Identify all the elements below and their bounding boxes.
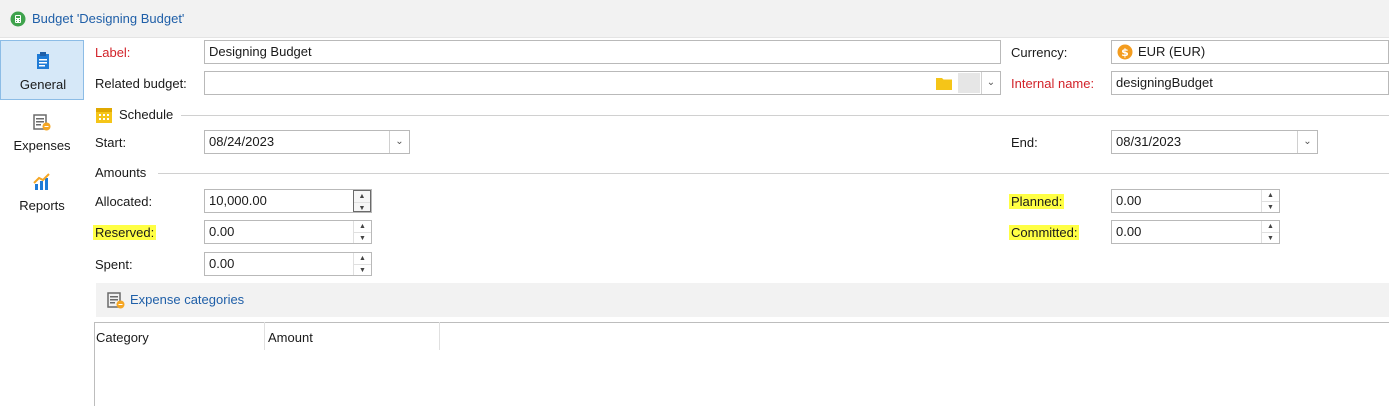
internal-name-label: Internal name: bbox=[1011, 76, 1095, 91]
allocated-label: Allocated: bbox=[95, 194, 153, 209]
committed-label: Committed: bbox=[1009, 225, 1080, 240]
clipboard-icon bbox=[37, 52, 49, 69]
chevron-down-icon[interactable]: ⌄ bbox=[981, 72, 1000, 94]
reserved-input[interactable]: 0.00 ▲ ▼ bbox=[204, 220, 372, 244]
label-input[interactable]: Designing Budget bbox=[204, 40, 1001, 64]
up-arrow-icon[interactable]: ▲ bbox=[354, 191, 370, 202]
spent-label: Spent: bbox=[95, 257, 133, 272]
spent-value: 0.00 bbox=[209, 256, 235, 271]
allocated-value: 10,000.00 bbox=[209, 193, 267, 208]
down-arrow-icon[interactable]: ▼ bbox=[1262, 232, 1279, 243]
spent-stepper[interactable]: ▲ ▼ bbox=[353, 253, 371, 275]
chevron-down-icon[interactable]: ⌄ bbox=[1297, 131, 1317, 153]
allocated-input[interactable]: 10,000.00 ▲ ▼ bbox=[204, 189, 372, 213]
start-date-picker[interactable]: 08/24/2023 ⌄ bbox=[204, 130, 410, 154]
end-date-value: 08/31/2023 bbox=[1116, 134, 1182, 149]
section-divider bbox=[158, 173, 1389, 174]
sidebar-item-label: General bbox=[19, 77, 67, 92]
planned-value: 0.00 bbox=[1116, 193, 1142, 208]
allocated-stepper[interactable]: ▲ ▼ bbox=[353, 190, 371, 212]
reserved-stepper[interactable]: ▲ ▼ bbox=[353, 221, 371, 243]
planned-label: Planned: bbox=[1009, 194, 1065, 209]
budget-icon bbox=[10, 11, 26, 27]
folder-icon[interactable] bbox=[936, 76, 952, 90]
expenses-icon bbox=[107, 292, 125, 309]
currency-value: EUR (EUR) bbox=[1138, 44, 1206, 59]
schedule-section-title: Schedule bbox=[119, 107, 174, 122]
sidebar-item-reports[interactable]: Reports bbox=[0, 162, 84, 222]
column-divider[interactable] bbox=[439, 322, 440, 350]
sidebar-item-expenses[interactable]: Expenses bbox=[0, 102, 84, 162]
sidebar-item-label: Reports bbox=[19, 198, 65, 213]
up-arrow-icon[interactable]: ▲ bbox=[1262, 190, 1279, 201]
section-divider bbox=[181, 115, 1389, 116]
sidebar-item-label: Expenses bbox=[13, 138, 71, 153]
up-arrow-icon[interactable]: ▲ bbox=[354, 221, 371, 232]
expense-categories-toolbar bbox=[96, 283, 1389, 317]
reserved-label: Reserved: bbox=[93, 225, 157, 240]
up-arrow-icon[interactable]: ▲ bbox=[1262, 221, 1279, 232]
window-title: Budget 'Designing Budget' bbox=[32, 11, 185, 26]
related-budget-label: Related budget: bbox=[95, 76, 187, 91]
up-arrow-icon[interactable]: ▲ bbox=[354, 253, 371, 264]
committed-stepper[interactable]: ▲ ▼ bbox=[1261, 221, 1279, 243]
sidebar: General Expenses Reports bbox=[0, 38, 84, 406]
amounts-section-title: Amounts bbox=[95, 165, 147, 180]
chevron-down-icon[interactable]: ⌄ bbox=[389, 131, 409, 153]
reserved-value: 0.00 bbox=[209, 224, 235, 239]
chart-icon bbox=[33, 173, 50, 190]
start-label: Start: bbox=[95, 135, 127, 150]
internal-name-input[interactable]: designingBudget bbox=[1111, 71, 1389, 95]
sidebar-item-general[interactable]: General bbox=[0, 40, 84, 100]
related-budget-input[interactable] bbox=[204, 71, 1001, 95]
dollar-coin-icon: $ bbox=[1117, 44, 1133, 60]
expenses-icon bbox=[33, 114, 51, 131]
column-header-category[interactable]: Category bbox=[96, 330, 149, 345]
start-date-value: 08/24/2023 bbox=[209, 134, 275, 149]
window-titlebar: Budget 'Designing Budget' bbox=[0, 0, 1389, 38]
planned-input[interactable]: 0.00 ▲ ▼ bbox=[1111, 189, 1280, 213]
committed-value: 0.00 bbox=[1116, 224, 1142, 239]
calendar-icon bbox=[96, 108, 112, 123]
end-label: End: bbox=[1011, 135, 1038, 150]
down-arrow-icon[interactable]: ▼ bbox=[354, 264, 371, 275]
column-header-amount[interactable]: Amount bbox=[268, 330, 313, 345]
down-arrow-icon[interactable]: ▼ bbox=[1262, 201, 1279, 212]
label-field-label: Label: bbox=[95, 45, 131, 60]
clear-button[interactable] bbox=[958, 73, 980, 93]
planned-stepper[interactable]: ▲ ▼ bbox=[1261, 190, 1279, 212]
down-arrow-icon[interactable]: ▼ bbox=[354, 232, 371, 243]
currency-select[interactable]: $ EUR (EUR) bbox=[1111, 40, 1389, 64]
expense-categories-link[interactable]: Expense categories bbox=[130, 292, 244, 307]
svg-text:$: $ bbox=[1121, 46, 1129, 59]
down-arrow-icon[interactable]: ▼ bbox=[354, 202, 370, 212]
end-date-picker[interactable]: 08/31/2023 ⌄ bbox=[1111, 130, 1318, 154]
committed-input[interactable]: 0.00 ▲ ▼ bbox=[1111, 220, 1280, 244]
column-divider[interactable] bbox=[264, 322, 265, 350]
currency-label: Currency: bbox=[1011, 45, 1068, 60]
spent-input[interactable]: 0.00 ▲ ▼ bbox=[204, 252, 372, 276]
